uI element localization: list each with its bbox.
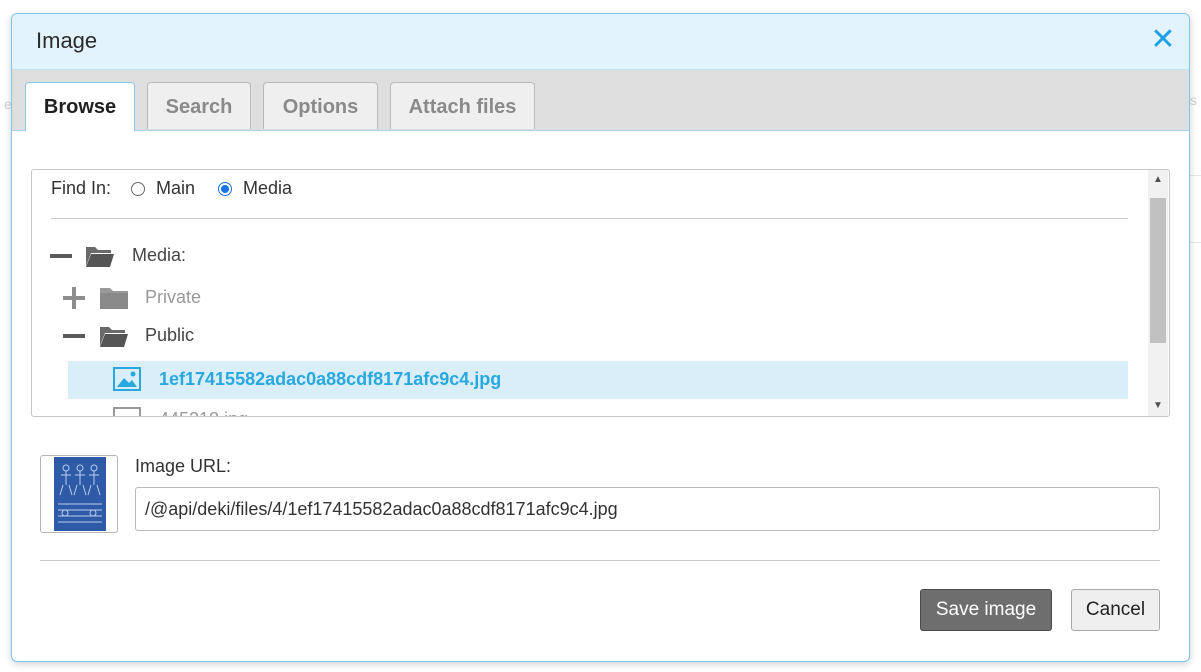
radio-main-label[interactable]: Main — [156, 178, 195, 199]
folder-open-icon — [85, 244, 115, 273]
tree-file-item[interactable]: 445218.jpg — [113, 402, 813, 416]
background-divider — [1190, 175, 1201, 176]
scroll-up-icon[interactable]: ▲ — [1148, 170, 1168, 190]
tab-attach-files[interactable]: Attach files — [390, 82, 535, 129]
tab-options[interactable]: Options — [263, 82, 378, 129]
radio-media[interactable] — [218, 182, 232, 196]
tree-file-label[interactable]: 445218.jpg — [159, 409, 248, 416]
scrollbar-thumb[interactable] — [1150, 198, 1166, 343]
tab-browse[interactable]: Browse — [25, 82, 135, 131]
tab-search[interactable]: Search — [147, 82, 251, 129]
find-in-label: Find In: — [51, 178, 112, 198]
image-url-input[interactable] — [135, 487, 1160, 531]
tree-file-label[interactable]: 1ef17415582adac0a88cdf8171afc9c4.jpg — [159, 369, 501, 390]
background-text-fragment: s — [1190, 92, 1197, 108]
tree-node-private[interactable]: Private — [63, 280, 463, 316]
image-dialog: Image ✕ Browse Search Options Attach fil… — [11, 13, 1190, 662]
footer-divider — [40, 560, 1160, 561]
image-file-icon — [113, 367, 141, 396]
radio-main[interactable] — [131, 182, 145, 196]
image-preview — [40, 455, 118, 533]
vertical-scrollbar[interactable]: ▲ ▼ — [1148, 170, 1168, 416]
background-divider — [1190, 242, 1201, 243]
tree-node-private-label[interactable]: Private — [145, 287, 201, 308]
folder-open-icon — [99, 324, 129, 353]
tab-bar: Browse Search Options Attach files — [12, 70, 1189, 131]
tree-node-public[interactable]: Public — [63, 318, 463, 354]
close-icon[interactable]: ✕ — [1149, 25, 1177, 55]
file-browser: Find In: Main Media Media: Private Publi… — [31, 169, 1170, 417]
folder-closed-icon — [99, 286, 129, 315]
tree-node-media[interactable]: Media: — [50, 238, 450, 274]
tree-node-media-label[interactable]: Media: — [132, 245, 186, 266]
radio-media-label[interactable]: Media — [243, 178, 292, 199]
image-url-label: Image URL: — [135, 456, 232, 476]
cancel-button[interactable]: Cancel — [1071, 589, 1160, 631]
scroll-down-icon[interactable]: ▼ — [1148, 396, 1168, 416]
collapse-icon[interactable] — [50, 245, 72, 267]
save-image-button[interactable]: Save image — [920, 589, 1052, 631]
find-in-divider — [51, 218, 1128, 219]
tree-file-item[interactable]: 1ef17415582adac0a88cdf8171afc9c4.jpg — [113, 362, 813, 398]
dialog-titlebar: Image ✕ — [12, 14, 1189, 70]
dialog-title: Image — [36, 28, 98, 53]
blueprint-thumbnail-icon — [54, 457, 106, 531]
image-file-icon — [113, 407, 141, 416]
expand-icon[interactable] — [63, 287, 85, 309]
tree-node-public-label[interactable]: Public — [145, 325, 194, 346]
collapse-icon[interactable] — [63, 325, 85, 347]
